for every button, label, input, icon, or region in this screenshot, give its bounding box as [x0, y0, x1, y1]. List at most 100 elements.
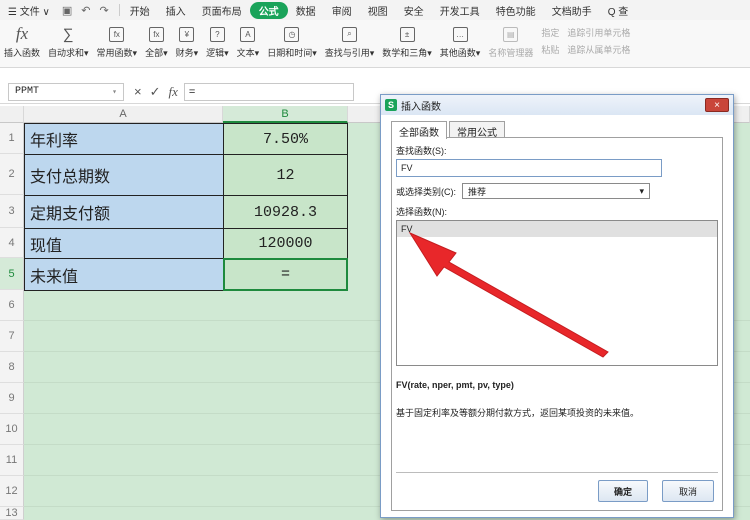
- sigma-icon: ∑: [62, 25, 74, 43]
- cell-b2[interactable]: 12: [223, 154, 348, 196]
- common-functions-button[interactable]: fx 常用函数▾: [93, 24, 142, 59]
- name-manager-icon: ▤: [500, 24, 522, 44]
- tab-special[interactable]: 特色功能: [488, 3, 544, 18]
- row-header[interactable]: 13: [0, 507, 24, 520]
- cell-a1[interactable]: 年利率: [24, 123, 224, 155]
- lookup-button[interactable]: ⌕ 查找与引用▾: [321, 24, 379, 59]
- column-header-a[interactable]: A: [24, 106, 223, 123]
- chevron-down-icon[interactable]: ▾: [112, 87, 117, 97]
- finance-button[interactable]: ¥ 财务▾: [172, 24, 203, 59]
- tab-data[interactable]: 数据: [288, 3, 324, 18]
- row-header[interactable]: 7: [0, 321, 24, 352]
- tab-formulas[interactable]: 公式: [249, 1, 288, 19]
- tab-all-functions[interactable]: 全部函数: [391, 121, 447, 139]
- row-header[interactable]: 3: [0, 195, 24, 228]
- cell-a2[interactable]: 支付总期数: [24, 154, 224, 196]
- math-button[interactable]: ± 数学和三角▾: [378, 24, 436, 59]
- tab-start[interactable]: 开始: [122, 3, 158, 18]
- finance-label: 财务▾: [175, 48, 199, 58]
- trace-dependents-button[interactable]: 追踪从属单元格: [567, 43, 630, 56]
- datetime-label: 日期和时间▾: [267, 48, 317, 58]
- row-header[interactable]: 4: [0, 228, 24, 258]
- insert-function-label: 插入函数: [4, 48, 41, 58]
- tab-doc-assistant[interactable]: 文档助手: [544, 3, 600, 18]
- cancel-button[interactable]: 取消: [662, 480, 714, 502]
- text-icon: A: [237, 24, 259, 44]
- lookup-label: 查找与引用▾: [324, 48, 375, 58]
- file-menu[interactable]: ☰ 文件 ∨: [0, 3, 58, 18]
- tab-common-formulas[interactable]: 常用公式: [449, 121, 505, 139]
- define-name-button[interactable]: 指定: [541, 26, 559, 39]
- all-functions-button[interactable]: fx 全部▾: [141, 24, 172, 59]
- text-label: 文本▾: [236, 48, 260, 58]
- row-header[interactable]: 2: [0, 154, 24, 195]
- redo-icon[interactable]: ↷: [99, 4, 108, 17]
- category-label: 或选择类别(C):: [396, 186, 456, 197]
- cell-b4[interactable]: 120000: [223, 228, 348, 259]
- function-description: 基于固定利率及等额分期付款方式，返回某项投资的未来值。: [396, 408, 640, 418]
- datetime-button[interactable]: ◷ 日期和时间▾: [263, 24, 321, 59]
- undo-icon[interactable]: ↶: [81, 4, 90, 17]
- row-header[interactable]: 8: [0, 352, 24, 383]
- chevron-down-icon[interactable]: ▾: [639, 186, 644, 197]
- select-all-corner[interactable]: [0, 106, 24, 123]
- cancel-icon[interactable]: ×: [134, 84, 142, 100]
- row-header[interactable]: 5: [0, 258, 24, 290]
- cell-b5-active[interactable]: =: [223, 258, 348, 291]
- formula-buttons: × ✓ fx: [134, 84, 178, 100]
- tab-security[interactable]: 安全: [396, 3, 432, 18]
- row-header[interactable]: 10: [0, 414, 24, 445]
- tab-insert[interactable]: 插入: [158, 3, 194, 18]
- row-header[interactable]: 12: [0, 476, 24, 507]
- cell-a4[interactable]: 现值: [24, 228, 224, 259]
- more-functions-label: 其他函数▾: [439, 48, 481, 58]
- tab-developer[interactable]: 开发工具: [432, 3, 488, 18]
- autosum-button[interactable]: ∑ 自动求和▾: [44, 24, 93, 59]
- function-syntax: FV(rate, nper, pmt, pv, type): [396, 380, 514, 390]
- confirm-icon[interactable]: ✓: [150, 84, 161, 100]
- paste-name-button[interactable]: 粘贴: [541, 43, 559, 56]
- fx-icon[interactable]: fx: [169, 84, 178, 100]
- save-icon[interactable]: ▣: [62, 4, 72, 17]
- tab-page-layout[interactable]: 页面布局: [194, 3, 250, 18]
- cell-a3[interactable]: 定期支付额: [24, 195, 224, 229]
- insert-function-dialog: S 插入函数 × 全部函数 常用公式 查找函数(S): FV 或选择类别(C):…: [380, 94, 734, 518]
- cell-a5[interactable]: 未来值: [24, 258, 224, 291]
- close-button[interactable]: ×: [705, 98, 729, 112]
- dialog-title-bar[interactable]: S 插入函数 ×: [381, 95, 733, 115]
- more-functions-button[interactable]: … 其他函数▾: [436, 24, 485, 59]
- name-box[interactable]: PPMT ▾: [8, 82, 124, 101]
- tab-view[interactable]: 视图: [360, 3, 396, 18]
- row-header[interactable]: 9: [0, 383, 24, 414]
- cell-b3[interactable]: 10928.3: [223, 195, 348, 229]
- list-item-fv[interactable]: FV: [397, 221, 717, 237]
- trace-precedents-button[interactable]: 追踪引用单元格: [567, 26, 630, 39]
- common-functions-label: 常用函数▾: [96, 48, 138, 58]
- logic-button[interactable]: ? 逻辑▾: [202, 24, 233, 59]
- function-search-input[interactable]: FV: [396, 159, 662, 177]
- search-menu[interactable]: Q 查: [600, 3, 637, 18]
- quick-access-toolbar: ▣ ↶ ↷: [58, 4, 117, 17]
- insert-function-button[interactable]: fx 插入函数: [0, 24, 44, 59]
- menu-bar: ☰ 文件 ∨ ▣ ↶ ↷ 开始 插入 页面布局 公式 数据 审阅 视图 安全 开…: [0, 0, 750, 20]
- function-list[interactable]: FV: [396, 220, 718, 366]
- more-icon: …: [449, 24, 471, 44]
- autosum-label: 自动求和▾: [48, 48, 89, 58]
- text-button[interactable]: A 文本▾: [233, 24, 264, 59]
- category-select[interactable]: 推荐 ▾: [462, 183, 650, 199]
- clock-icon: ◷: [281, 24, 303, 44]
- row-header[interactable]: 1: [0, 123, 24, 154]
- row-header[interactable]: 6: [0, 290, 24, 321]
- name-manager-button[interactable]: ▤ 名称管理器: [484, 24, 537, 59]
- ok-button[interactable]: 确定: [598, 480, 648, 502]
- row-header[interactable]: 11: [0, 445, 24, 476]
- column-header-b[interactable]: B: [223, 106, 348, 123]
- formula-input[interactable]: =: [183, 82, 354, 101]
- function-list-label: 选择函数(N):: [396, 207, 447, 217]
- tab-review[interactable]: 审阅: [324, 3, 360, 18]
- lookup-icon: ⌕: [339, 24, 361, 44]
- question-icon: ?: [206, 24, 228, 44]
- cell-b1[interactable]: 7.50%: [223, 123, 348, 155]
- fx-icon: fx: [15, 24, 29, 43]
- name-manager-label: 名称管理器: [488, 48, 534, 58]
